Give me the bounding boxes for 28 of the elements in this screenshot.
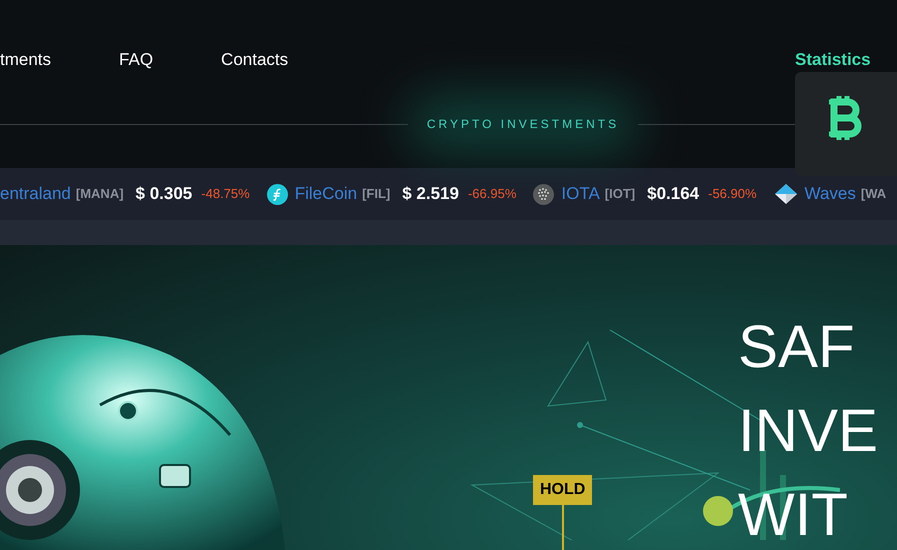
coin-symbol: [WA [860, 185, 886, 204]
hold-sign: HOLD [533, 475, 592, 505]
coin-price: $0.164 [647, 183, 700, 206]
hero-headline: WIT [738, 480, 849, 550]
nav-link[interactable]: FAQ [119, 47, 154, 73]
coin-name[interactable]: Waves [804, 181, 856, 207]
iota-icon [533, 184, 554, 204]
statistics-card[interactable] [795, 72, 897, 176]
coin-price: $ 0.305 [136, 183, 192, 206]
filecoin-icon [266, 184, 288, 204]
coin-name[interactable]: IOTA [561, 181, 600, 207]
hero-headline: SAF [738, 312, 856, 382]
coin-symbol: [IOT] [604, 185, 636, 204]
coin-name[interactable]: entraland [0, 181, 71, 207]
bitcoin-icon [826, 94, 862, 142]
coin-symbol: [FIL] [362, 185, 390, 204]
coin-price: $ 2.519 [402, 183, 459, 206]
price-change: -56.90% [708, 185, 757, 204]
waves-icon [774, 183, 798, 205]
nav-link[interactable]: Statistics [795, 50, 871, 70]
hero-headline: INVE [738, 396, 878, 466]
section-label: CRYPTO INVESTMENTS [426, 116, 620, 133]
nav-link[interactable]: tments [0, 47, 52, 73]
price-change: -66.95% [468, 185, 516, 204]
price-change: -48.75% [201, 185, 250, 204]
coin-symbol: [MANA] [76, 185, 124, 204]
coin-name[interactable]: FileCoin [294, 181, 358, 207]
nav-link[interactable]: Contacts [221, 47, 288, 73]
